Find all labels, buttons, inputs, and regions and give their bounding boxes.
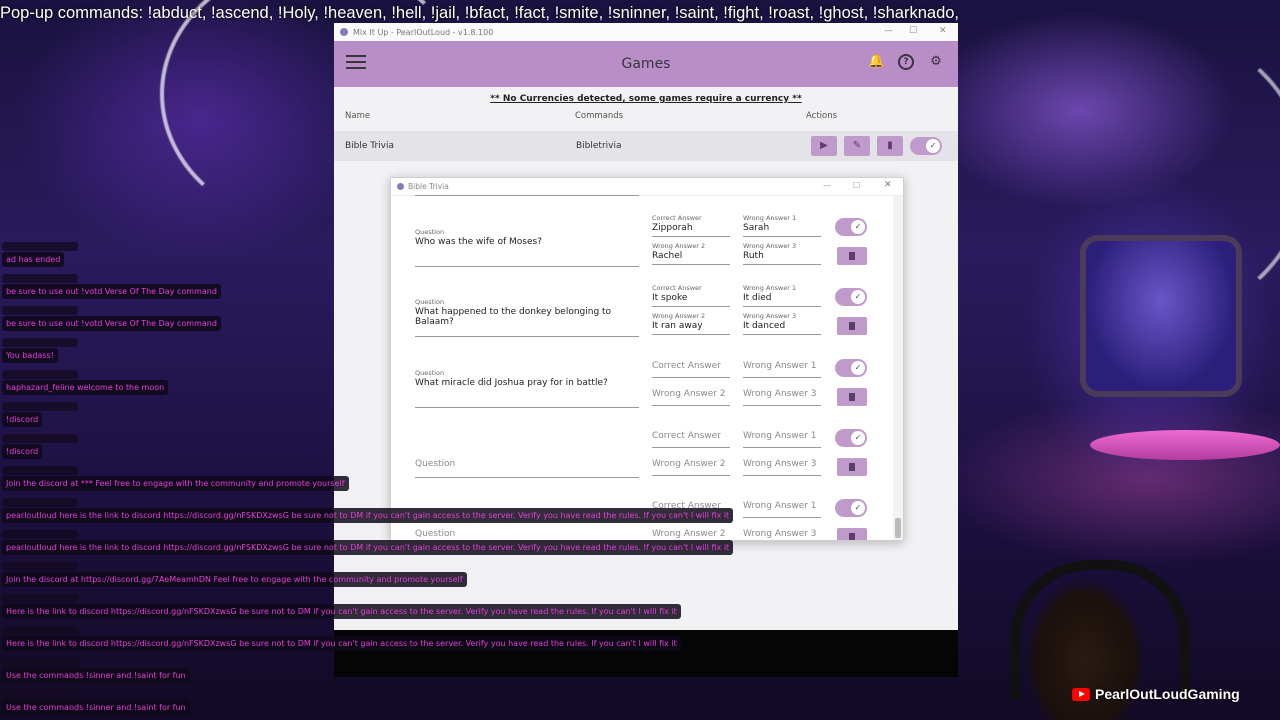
chat-username-badge (2, 562, 78, 571)
chat-message: Use the commands !sinner and !saint for … (2, 700, 190, 715)
chat-message: be sure to use out !votd Verse Of The Da… (2, 284, 221, 299)
chat-username-badge (2, 594, 78, 603)
close-icon[interactable]: ✕ (939, 26, 947, 36)
chat-message: Join the discord at *** Feel free to eng… (2, 476, 349, 491)
minimize-icon[interactable]: — (884, 26, 893, 36)
wrong-answer-1-field-value: Sarah (743, 223, 770, 233)
delete-button[interactable]: ▮ (877, 136, 903, 156)
chat-username-badge (2, 434, 78, 443)
youtube-icon (1072, 687, 1090, 701)
chat-overlay: ad has ended be sure to use out !votd Ver… (0, 238, 760, 720)
headphones (1010, 560, 1190, 700)
delete-question-button[interactable] (837, 317, 867, 335)
check-icon: ✓ (926, 139, 940, 153)
edit-button[interactable]: ✎ (844, 136, 870, 156)
maximize-icon[interactable]: ☐ (909, 26, 917, 36)
app-logo-icon (397, 183, 404, 190)
channel-name: PearlOutLoudGaming (1095, 686, 1240, 702)
scrollbar-thumb[interactable] (895, 518, 901, 538)
window-panel-right (1080, 235, 1242, 397)
dialog-maximize-icon[interactable]: ☐ (853, 181, 860, 190)
chat-message: Here is the link to discord https://disc… (2, 636, 681, 651)
question-enabled-toggle[interactable]: ✓ (835, 288, 867, 306)
chat-message: ad has ended (2, 252, 65, 267)
question-enabled-toggle[interactable]: ✓ (835, 499, 867, 517)
wrong-answer-1-field-label: Wrong Answer 1 (743, 214, 797, 222)
question-enabled-toggle[interactable]: ✓ (835, 359, 867, 377)
question-enabled-toggle[interactable]: ✓ (835, 218, 867, 236)
currency-notice: ** No Currencies detected, some games re… (490, 94, 802, 104)
dialog-titlebar: Bible Trivia — ☐ ✕ (391, 178, 903, 196)
column-commands: Commands (575, 111, 624, 121)
chat-message: pearloutloud here is the link to discord… (2, 508, 734, 523)
table-pink (1090, 430, 1280, 460)
chat-username-badge (2, 306, 78, 315)
chat-message: be sure to use out !votd Verse Of The Da… (2, 316, 221, 331)
play-button[interactable]: ▶ (811, 136, 837, 156)
page-title: Games (621, 56, 671, 72)
column-name: Name (345, 111, 371, 121)
dialog-minimize-icon[interactable]: — (823, 181, 831, 190)
question-field-label: Question (415, 228, 445, 236)
previous-field-line (415, 195, 639, 196)
chat-message: Use the commands !sinner and !saint for … (2, 668, 190, 683)
dialog-title: Bible Trivia (408, 182, 449, 191)
check-icon: ✓ (851, 290, 865, 304)
chat-message: Here is the link to discord https://disc… (2, 604, 681, 619)
popup-commands-banner: Pop-up commands: !abduct, !ascend, !Holy… (0, 4, 960, 22)
correct-answer-field[interactable]: Correct Answer Zipporah (652, 214, 730, 237)
chat-username-badge (2, 530, 78, 539)
chat-username-badge (2, 370, 78, 379)
chat-username-badge (2, 274, 78, 283)
chat-message: Join the discord at https://discord.gg/7… (2, 572, 467, 587)
window-title: Mix It Up - PearlOutLoud - v1.8.100 (353, 27, 494, 37)
chat-username-badge (2, 498, 78, 507)
window-titlebar: Mix It Up - PearlOutLoud - v1.8.100 — ☐ … (334, 23, 958, 41)
help-icon[interactable]: ? (898, 54, 914, 70)
check-icon: ✓ (851, 220, 865, 234)
chat-message: You badass! (2, 348, 58, 363)
delete-question-button[interactable] (837, 247, 867, 265)
question-enabled-toggle[interactable]: ✓ (835, 429, 867, 447)
dialog-scrollbar[interactable] (893, 196, 903, 540)
gear-icon[interactable]: ⚙ (928, 54, 944, 70)
correct-answer-field-label: Correct Answer (652, 214, 702, 222)
check-icon: ✓ (851, 361, 865, 375)
check-icon: ✓ (851, 431, 865, 445)
chat-username-badge (2, 338, 78, 347)
chat-username-badge (2, 242, 78, 251)
chat-message: !discord (2, 444, 43, 459)
chat-username-badge (2, 690, 78, 699)
games-table-header: Name Commands Actions (334, 109, 958, 127)
chat-message: haphazard_feline welcome to the moon (2, 380, 169, 395)
bell-icon[interactable]: 🔔 (868, 54, 884, 70)
game-enabled-toggle[interactable]: ✓ (910, 137, 942, 155)
delete-question-button[interactable] (837, 388, 867, 406)
channel-badge: PearlOutLoudGaming (1072, 686, 1240, 702)
dialog-close-icon[interactable]: ✕ (884, 180, 892, 190)
table-row: Bible Trivia Bibletrivia ▶ ✎ ▮ ✓ (334, 131, 958, 161)
chat-username-badge (2, 626, 78, 635)
column-actions: Actions (806, 111, 838, 121)
game-command: Bibletrivia (576, 141, 622, 151)
game-name: Bible Trivia (345, 141, 395, 151)
chat-message: pearloutloud here is the link to discord… (2, 540, 734, 555)
app-logo-icon (340, 28, 348, 36)
chat-username-badge (2, 466, 78, 475)
chat-username-badge (2, 402, 78, 411)
correct-answer-field-value: Zipporah (652, 223, 693, 233)
check-icon: ✓ (851, 501, 865, 515)
delete-question-button[interactable] (837, 528, 867, 540)
wrong-answer-1-field[interactable]: Wrong Answer 1 Sarah (743, 214, 821, 237)
delete-question-button[interactable] (837, 458, 867, 476)
chat-username-badge (2, 658, 78, 667)
chat-message: !discord (2, 412, 43, 427)
app-header: Games 🔔 ? ⚙ (334, 41, 958, 87)
